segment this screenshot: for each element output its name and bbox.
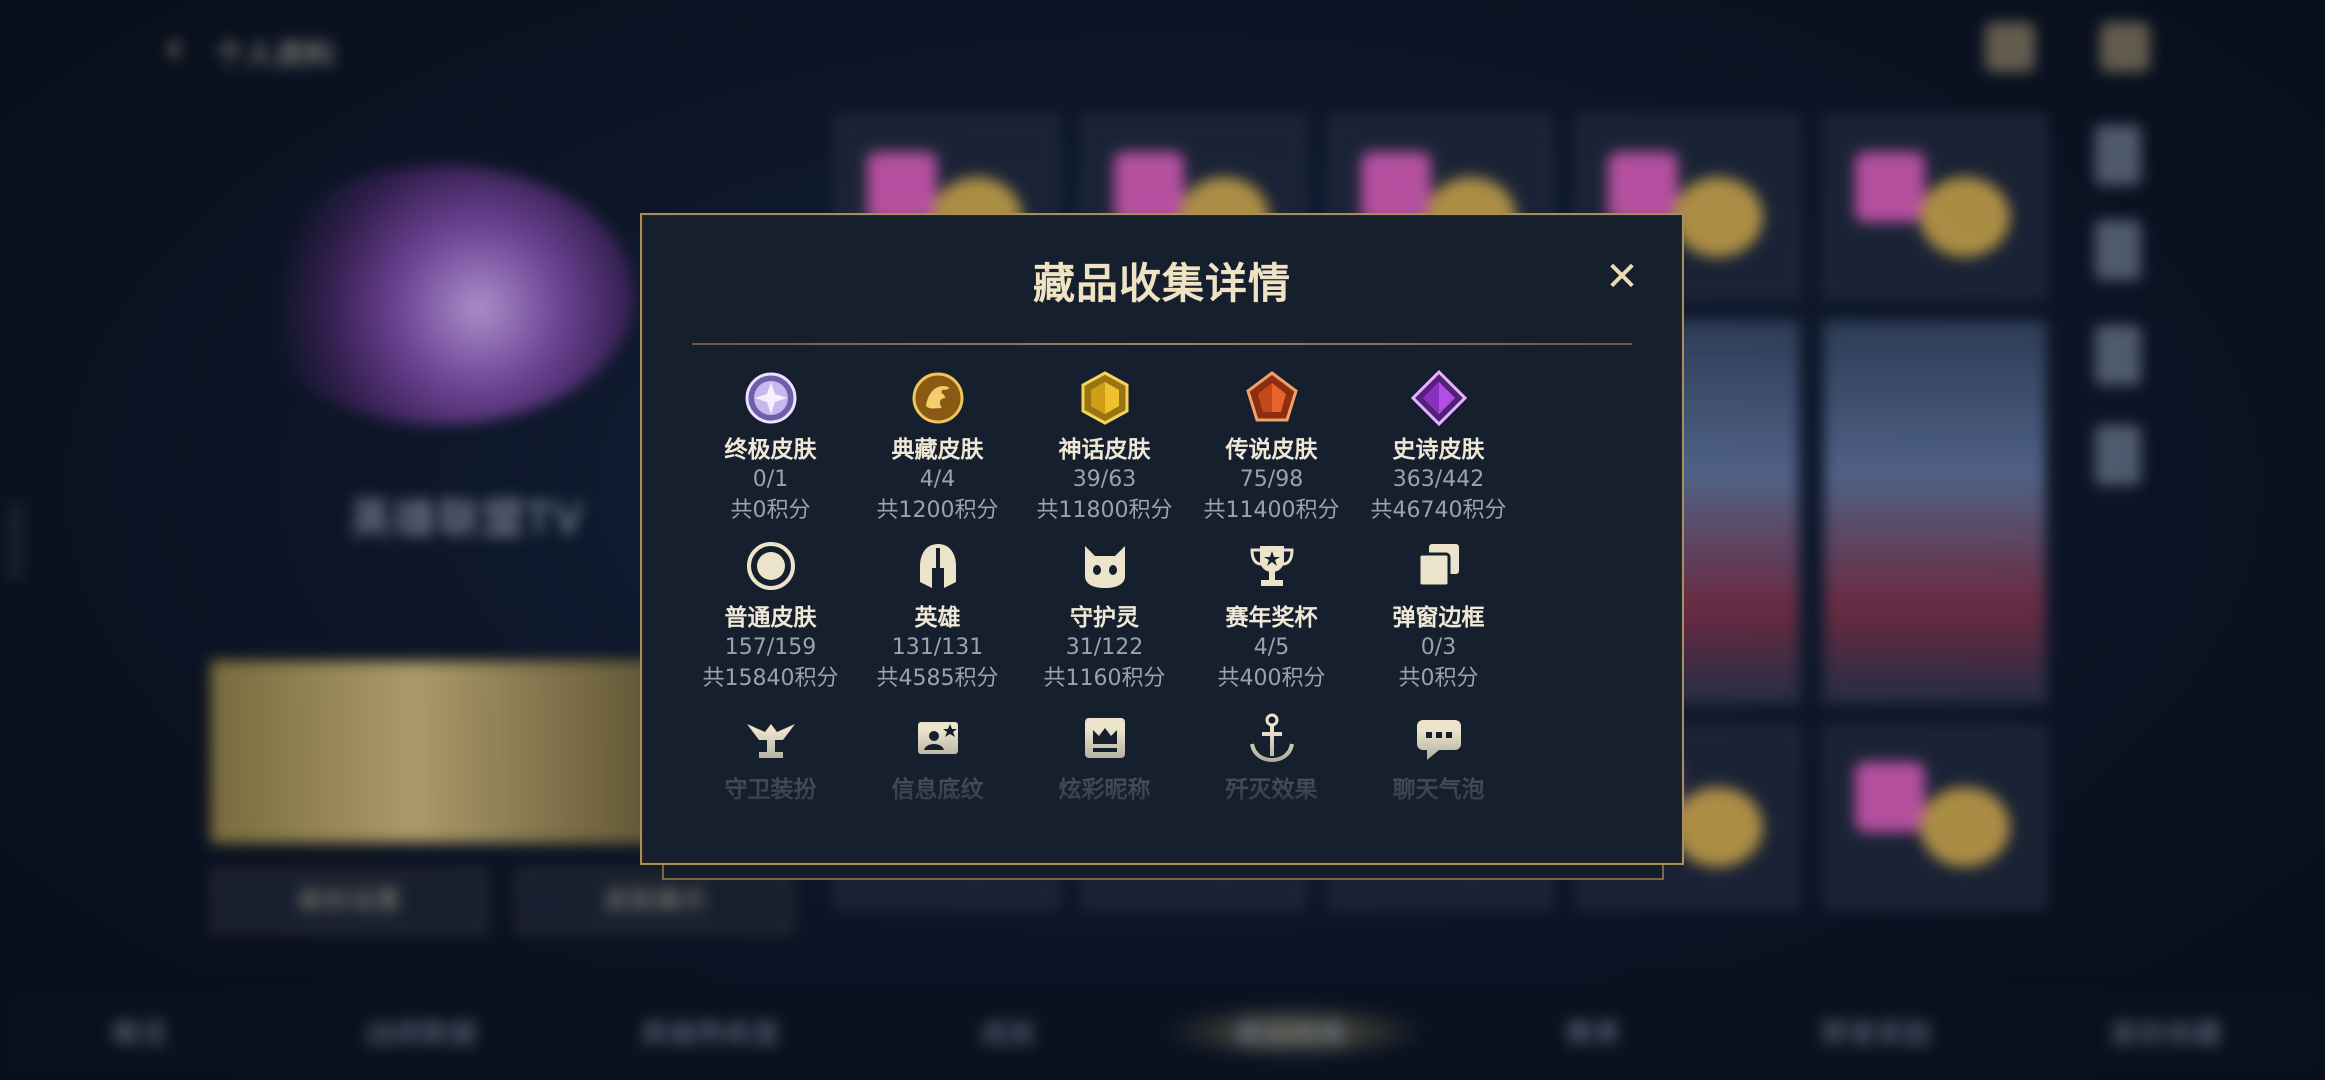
category-champion[interactable]: 英雄 131/131 共4585积分	[854, 538, 1021, 694]
category-name: 普通皮肤	[724, 605, 817, 631]
category-count: 4/4	[919, 467, 956, 492]
category-score: 共11400积分	[1203, 498, 1340, 523]
tab-season[interactable]: 赛季	[1565, 1012, 1621, 1052]
guardian-spirit-icon	[1084, 546, 1125, 588]
tab-collection[interactable]: 藏品收集	[1235, 1012, 1347, 1052]
category-epic-skin[interactable]: 史诗皮肤 363/442 共46740积分	[1355, 370, 1522, 526]
upload-icon[interactable]	[2095, 125, 2141, 185]
tab-honors[interactable]: 荣誉奖励	[1820, 1012, 1932, 1052]
colorful-nickname-icon	[1084, 718, 1125, 758]
page-title: 个人资料	[215, 38, 335, 73]
category-collection-skin[interactable]: 典藏皮肤 4/4 共1200积分	[854, 370, 1021, 526]
share-icon[interactable]	[2095, 325, 2141, 385]
trophy-icon	[1249, 546, 1294, 586]
category-score: 共400积分	[1217, 666, 1326, 691]
category-score: 共1200积分	[876, 498, 999, 523]
category-ultimate-skin[interactable]: 终极皮肤 0/1 共0积分	[687, 370, 854, 526]
mythic-skin-icon	[1081, 371, 1128, 425]
category-score: 共0积分	[730, 498, 811, 523]
category-name: 信息底纹	[891, 777, 984, 803]
tab-mastery[interactable]: 英雄熟练度	[640, 1012, 780, 1052]
category-name: 神话皮肤	[1058, 437, 1151, 463]
tab-overview[interactable]: 概览	[112, 1012, 168, 1052]
tab-stats[interactable]: 战绩数据	[365, 1012, 477, 1052]
category-score: 共1160积分	[1043, 666, 1166, 691]
category-count: 39/63	[1072, 467, 1137, 492]
category-popup-frame[interactable]: 弹窗边框 0/3 共0积分	[1355, 538, 1522, 694]
category-name: 守护灵	[1070, 605, 1139, 631]
category-name: 英雄	[914, 605, 961, 631]
category-score: 共0积分	[1398, 666, 1479, 691]
category-colorful-nickname[interactable]: 炫彩昵称	[1021, 710, 1188, 804]
category-ward-skin[interactable]: 守卫装扮	[687, 710, 854, 804]
profile-banner[interactable]	[210, 660, 664, 844]
collection-card[interactable]	[1823, 115, 2047, 299]
tab-outfit[interactable]: 装扮收藏	[2110, 1012, 2222, 1052]
category-count: 75/98	[1239, 467, 1304, 492]
info-banner-icon	[917, 722, 958, 754]
back-arrow-icon[interactable]: ‹	[165, 22, 195, 72]
category-legendary-skin[interactable]: 传说皮肤 75/98 共11400积分	[1188, 370, 1355, 526]
title-divider	[692, 343, 1632, 345]
collection-skin-icon	[912, 372, 963, 424]
category-name: 赛年奖杯	[1225, 605, 1318, 631]
skin-card[interactable]	[1823, 320, 2047, 704]
ultimate-skin-icon	[745, 372, 796, 424]
category-name: 炫彩昵称	[1058, 777, 1151, 803]
category-count: 157/159	[724, 635, 817, 660]
category-score: 共11800积分	[1036, 498, 1173, 523]
chat-bubble-icon	[1416, 720, 1461, 760]
popup-frame-icon	[1417, 544, 1459, 588]
category-score: 共4585积分	[876, 666, 999, 691]
ward-skin-icon	[746, 724, 795, 758]
tab-achievements[interactable]: 成就	[980, 1012, 1036, 1052]
category-score: 共15840积分	[702, 666, 839, 691]
screen: ‹ 个人资料 英雄联盟TV 装扮设置 皮肤展示 7924242 概览 战绩数据 …	[0, 0, 2325, 1080]
category-count: 363/442	[1392, 467, 1485, 492]
category-name: 终极皮肤	[724, 437, 817, 463]
outfit-settings-button[interactable]: 装扮设置	[212, 870, 486, 932]
category-name: 弹窗边框	[1392, 605, 1485, 631]
category-name: 典藏皮肤	[891, 437, 984, 463]
category-info-banner[interactable]: 信息底纹	[854, 710, 1021, 804]
legendary-skin-icon	[1245, 371, 1298, 422]
category-kill-effect[interactable]: 歼灭效果	[1188, 710, 1355, 804]
category-count: 31/122	[1065, 635, 1144, 660]
collection-card[interactable]	[1823, 725, 2047, 909]
side-id-text: 7924242	[4, 500, 25, 581]
collection-details-dialog: 藏品收集详情 ✕ 终极皮肤 0/1 共0积分 典藏皮肤 4/4 共1200积分 …	[640, 213, 1684, 865]
category-chat-bubble[interactable]: 聊天气泡	[1355, 710, 1522, 804]
settings-icon[interactable]	[2095, 425, 2141, 485]
category-count: 0/3	[1420, 635, 1457, 660]
category-standard-skin[interactable]: 普通皮肤 157/159 共15840积分	[687, 538, 854, 694]
dialog-title: 藏品收集详情	[1032, 259, 1291, 308]
profile-emblem	[245, 165, 635, 425]
category-name: 传说皮肤	[1225, 437, 1318, 463]
champion-helmet-icon	[919, 544, 956, 588]
category-score: 共46740积分	[1370, 498, 1507, 523]
category-count: 131/131	[891, 635, 984, 660]
top-bar: ‹ 个人资料	[0, 0, 2325, 100]
category-name: 史诗皮肤	[1392, 437, 1485, 463]
category-guardian-spirit[interactable]: 守护灵 31/122 共1160积分	[1021, 538, 1188, 694]
kill-effect-icon	[1249, 713, 1294, 763]
category-count: 0/1	[752, 467, 789, 492]
currency-icon[interactable]	[2100, 22, 2150, 72]
epic-skin-icon	[1410, 370, 1467, 426]
standard-skin-icon	[746, 542, 795, 590]
category-name: 歼灭效果	[1225, 777, 1318, 803]
shop-icon[interactable]	[1985, 22, 2035, 72]
figure-icon[interactable]	[2095, 220, 2141, 280]
category-season-trophy[interactable]: 赛年奖杯 4/5 共400积分	[1188, 538, 1355, 694]
category-name: 聊天气泡	[1392, 777, 1485, 803]
category-mythic-skin[interactable]: 神话皮肤 39/63 共11800积分	[1021, 370, 1188, 526]
category-count: 4/5	[1253, 635, 1290, 660]
player-name: 英雄联盟TV	[350, 494, 585, 543]
category-name: 守卫装扮	[724, 777, 817, 803]
close-icon[interactable]: ✕	[1600, 255, 1644, 299]
